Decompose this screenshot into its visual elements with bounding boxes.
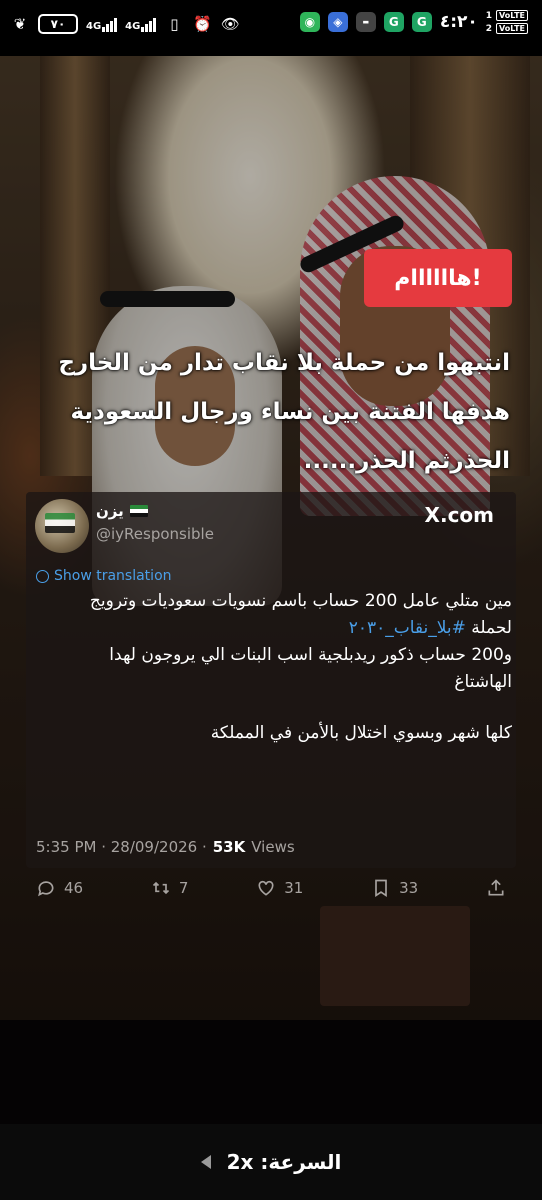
headline-line: هدفها الفتنة بين نساء ورجال السعودية bbox=[70, 399, 510, 425]
video-frame[interactable]: هاااااام! انتبهوا من حملة بلا نقاب تدار … bbox=[0, 56, 542, 1020]
sim-1-index: 1 bbox=[485, 10, 493, 21]
tweet-actions: 46 7 31 33 bbox=[36, 874, 506, 902]
retweet-action: 7 bbox=[151, 878, 189, 898]
share-icon bbox=[488, 879, 504, 896]
tweet-line: مين متلي عامل 200 حساب باسم نسويات سعودي… bbox=[89, 591, 512, 611]
eye-icon: 👁 bbox=[220, 15, 240, 33]
sim-2-index: 2 bbox=[485, 23, 493, 34]
headline: انتبهوا من حملة بلا نقاب تدار من الخارج … bbox=[40, 339, 510, 486]
heart-icon bbox=[258, 880, 274, 896]
chatgpt-icon: G bbox=[411, 12, 432, 32]
signal-bars-icon bbox=[141, 16, 157, 32]
playback-speed-bar[interactable]: السرعة: 2x bbox=[0, 1124, 542, 1200]
tweet-line: و200 حساب ذكور ريدبلجية اسب البنات الي ي… bbox=[109, 645, 512, 665]
sim-status: 1 VoLTE 2 VoLTE bbox=[486, 10, 528, 34]
signal-2: 4G bbox=[125, 16, 157, 32]
status-right: ◉ ◈ ▬ G G ٤:٢٠ 1 VoLTE 2 VoLTE bbox=[299, 10, 528, 34]
reply-icon bbox=[38, 881, 54, 897]
show-translation-label: Show translation bbox=[54, 568, 172, 584]
hashtag-link: #بلا_نقاب_٢٠٣٠ bbox=[348, 618, 466, 638]
tweet-author: يزن bbox=[96, 502, 148, 520]
volte-badge: VoLTE bbox=[496, 23, 528, 34]
like-count: 31 bbox=[284, 879, 304, 897]
alert-tag: هاااااام! bbox=[364, 249, 512, 307]
chatgpt-icon: G bbox=[383, 12, 404, 32]
tweet-line-prefix: لحملة bbox=[465, 618, 512, 638]
bookmark-count: 33 bbox=[399, 879, 419, 897]
reply-action: 46 bbox=[36, 878, 83, 898]
flag-icon bbox=[129, 505, 148, 517]
rewind-arrow-icon bbox=[200, 1155, 211, 1169]
signal-bars-icon bbox=[102, 16, 118, 32]
translate-icon bbox=[36, 569, 49, 583]
avatar bbox=[35, 499, 89, 553]
retweet-count: 7 bbox=[178, 879, 189, 897]
views-label: Views bbox=[251, 838, 295, 856]
playback-speed-label: السرعة: 2x bbox=[226, 1150, 342, 1174]
views-count: 53K bbox=[212, 838, 246, 856]
share-action bbox=[486, 878, 506, 898]
tweet-line: لحملة #بلا_نقاب_٢٠٣٠ bbox=[40, 615, 512, 642]
clock: ٤:٢٠ bbox=[439, 12, 478, 32]
headline-line: الحذرثم الحذر...... bbox=[303, 448, 510, 474]
tweet-text: مين متلي عامل 200 حساب باسم نسويات سعودي… bbox=[40, 588, 512, 747]
tweet-line: كلها شهر وبسوي اختلال بالأمن في المملكة bbox=[210, 723, 512, 743]
signal-2-label: 4G bbox=[125, 21, 141, 32]
tweet-card: يزن @iyResponsible X.com Show translatio… bbox=[26, 492, 516, 898]
app-notification-icon: ▬ bbox=[355, 12, 376, 32]
tweet-line: الهاشتاغ bbox=[454, 672, 512, 692]
user-handle: @iyResponsible bbox=[96, 525, 214, 543]
status-bar: ❦ ٧٠ 4G 4G ▯ ⏰ 👁 ◉ ◈ ▬ G G ٤:٢٠ 1 VoLTE 2… bbox=[0, 0, 542, 56]
app-notification-icon: ◈ bbox=[327, 12, 348, 32]
like-action: 31 bbox=[256, 878, 303, 898]
show-translation-link[interactable]: Show translation bbox=[36, 568, 172, 584]
status-left: ❦ ٧٠ 4G 4G ▯ ⏰ 👁 bbox=[10, 14, 240, 34]
bookmark-action: 33 bbox=[371, 878, 418, 898]
alarm-off-icon: ⏰ bbox=[193, 15, 212, 33]
leaf-icon: ❦ bbox=[13, 15, 27, 33]
app-notification-icon: ◉ bbox=[299, 12, 320, 32]
sim-1: 1 VoLTE bbox=[486, 10, 528, 21]
bookmark-icon bbox=[375, 879, 387, 898]
volte-badge: VoLTE bbox=[496, 10, 528, 21]
display-name: يزن bbox=[96, 502, 124, 520]
x-logo: X.com bbox=[424, 503, 494, 527]
signal-1-label: 4G bbox=[86, 21, 102, 32]
headline-line: انتبهوا من حملة بلا نقاب تدار من الخارج bbox=[58, 350, 510, 376]
video-letterbox bbox=[0, 1020, 542, 1124]
flag-icon bbox=[45, 513, 75, 533]
retweet-icon bbox=[152, 881, 169, 895]
sim-2: 2 VoLTE bbox=[486, 23, 528, 34]
tweet-meta: 5:35 PM · 28/09/2026 · 53K Views bbox=[36, 838, 295, 856]
battery-indicator: ٧٠ bbox=[38, 14, 78, 34]
reply-count: 46 bbox=[64, 879, 84, 897]
vibrate-icon: ▯ bbox=[170, 15, 179, 33]
signal-1: 4G bbox=[86, 16, 118, 32]
tweet-timestamp: 5:35 PM · 28/09/2026 · bbox=[36, 838, 207, 856]
